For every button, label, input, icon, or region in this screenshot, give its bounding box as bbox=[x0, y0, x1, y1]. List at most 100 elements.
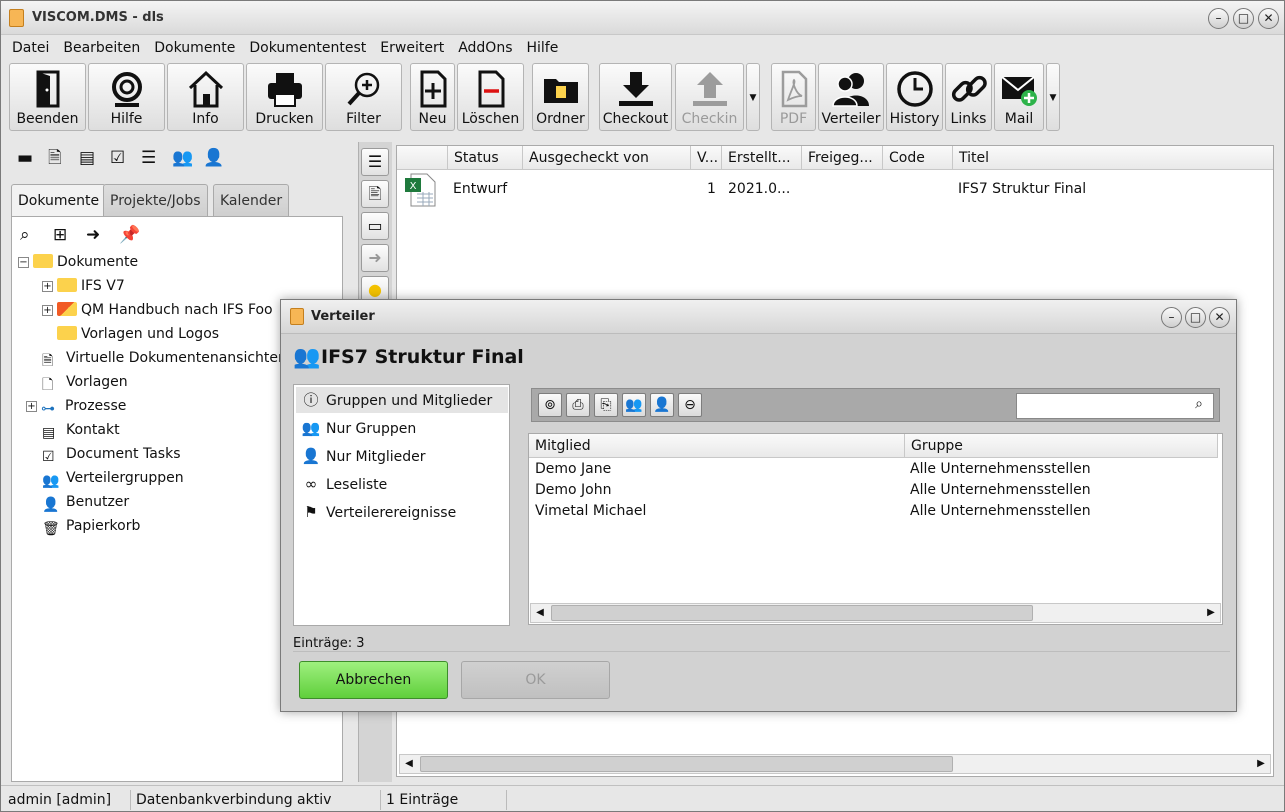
menu-dokumente[interactable]: Dokumente bbox=[154, 38, 235, 58]
lifebuoy-icon[interactable]: ⊚ bbox=[538, 393, 562, 417]
history-button[interactable]: History bbox=[886, 63, 943, 131]
column-titel[interactable]: Titel bbox=[952, 146, 1273, 170]
list-icon[interactable]: ☰ bbox=[141, 149, 159, 167]
maximize-button[interactable]: □ bbox=[1233, 8, 1254, 29]
menu-bearbeiten[interactable]: Bearbeiten bbox=[63, 38, 140, 58]
add-user-icon[interactable]: 👤 bbox=[650, 393, 674, 417]
nav-verteilerereignisse[interactable]: ⚑ Verteilerereignisse bbox=[296, 499, 508, 525]
checkin-button[interactable]: Checkin bbox=[675, 63, 744, 131]
menu-hilfe[interactable]: Hilfe bbox=[527, 38, 559, 58]
column-code[interactable]: Code bbox=[882, 146, 952, 170]
scroll-left-icon[interactable]: ◀ bbox=[400, 755, 418, 773]
drucken-button[interactable]: Drucken bbox=[246, 63, 323, 131]
nav-gruppen-mitglieder[interactable]: ⓘ Gruppen und Mitglieder bbox=[296, 387, 508, 413]
tree-node-kontakt[interactable]: ▤ Kontakt bbox=[42, 419, 120, 441]
search-input[interactable] bbox=[1019, 396, 1183, 416]
search-folder-icon[interactable]: ⌕ bbox=[20, 225, 40, 245]
verteiler-button[interactable]: Verteiler bbox=[818, 63, 884, 131]
hilfe-button[interactable]: Hilfe bbox=[88, 63, 165, 131]
pin-icon[interactable]: 📌 bbox=[119, 225, 140, 245]
dialog-horizontal-scrollbar[interactable]: ◀ ▶ bbox=[530, 603, 1221, 623]
users-icon[interactable]: 👥 bbox=[172, 149, 193, 167]
scrollbar-thumb[interactable] bbox=[551, 605, 1033, 621]
pdf-button[interactable]: PDF bbox=[771, 63, 816, 131]
minimize-button[interactable]: – bbox=[1208, 8, 1229, 29]
menu-lines-icon[interactable]: ☰ bbox=[361, 148, 389, 176]
printer-icon[interactable]: ⎙ bbox=[566, 393, 590, 417]
user-icon[interactable]: 👤 bbox=[203, 149, 224, 167]
tree-node-virtuelle[interactable]: 🗎 Virtuelle Dokumentenansichten bbox=[42, 347, 287, 369]
status-db: Datenbankverbindung aktiv bbox=[129, 790, 381, 810]
column-gruppe[interactable]: Gruppe bbox=[905, 434, 1218, 458]
search-icon[interactable]: ⌕ bbox=[1188, 396, 1210, 416]
edit-document-icon[interactable]: 🖹 bbox=[361, 180, 389, 208]
checkin-dropdown[interactable]: ▼ bbox=[746, 63, 760, 131]
task-icon[interactable]: ☑ bbox=[110, 149, 128, 167]
title-bar[interactable]: VISCOM.DMS - dls – □ ✕ bbox=[1, 1, 1284, 35]
nav-nur-mitglieder[interactable]: 👤 Nur Mitglieder bbox=[296, 443, 508, 469]
export-arrow-icon[interactable]: ➜ bbox=[86, 225, 106, 245]
ordner-button[interactable]: Ordner bbox=[532, 63, 589, 131]
document-search-icon[interactable]: 🗎 bbox=[48, 149, 66, 167]
tree-node-benutzer[interactable]: 👤 Benutzer bbox=[42, 491, 129, 513]
folder-icon bbox=[57, 326, 77, 340]
cancel-button[interactable]: Abbrechen bbox=[299, 661, 448, 699]
scroll-right-icon[interactable]: ▶ bbox=[1252, 755, 1270, 773]
tab-projekte-jobs[interactable]: Projekte/Jobs bbox=[103, 184, 208, 216]
expand-icon[interactable]: + bbox=[42, 280, 53, 292]
loeschen-button[interactable]: Löschen bbox=[457, 63, 524, 131]
menu-datei[interactable]: Datei bbox=[12, 38, 49, 58]
beenden-button[interactable]: Beenden bbox=[9, 63, 86, 131]
tree-node-vorlagen-logos[interactable]: Vorlagen und Logos bbox=[57, 323, 219, 345]
tab-dokumente[interactable]: Dokumente bbox=[11, 184, 107, 217]
dialog-close-button[interactable]: ✕ bbox=[1209, 307, 1230, 328]
contact-card-icon[interactable]: ▤ bbox=[79, 149, 97, 167]
tree-node-prozesse[interactable]: + ⊶ Prozesse bbox=[26, 395, 126, 417]
collapse-icon[interactable]: − bbox=[18, 256, 29, 268]
menu-dokumententest[interactable]: Dokumententest bbox=[249, 38, 366, 58]
scroll-right-icon[interactable]: ▶ bbox=[1202, 604, 1220, 622]
column-version[interactable]: V... bbox=[690, 146, 721, 170]
tree-node-ifs-v7[interactable]: + IFS V7 bbox=[42, 275, 125, 297]
mail-dropdown[interactable]: ▼ bbox=[1046, 63, 1060, 131]
nav-leseliste[interactable]: ∞ Leseliste bbox=[296, 471, 508, 497]
column-freigegeben[interactable]: Freigeg... bbox=[801, 146, 882, 170]
filter-button[interactable]: Filter bbox=[325, 63, 402, 131]
dialog-maximize-button[interactable]: □ bbox=[1185, 307, 1206, 328]
tree-node-verteilergruppen[interactable]: 👥 Verteilergruppen bbox=[42, 467, 184, 489]
horizontal-scrollbar[interactable]: ◀ ▶ bbox=[399, 754, 1271, 774]
dialog-title-bar[interactable]: Verteiler – □ ✕ bbox=[281, 300, 1236, 334]
expand-icon[interactable]: + bbox=[42, 304, 53, 316]
expand-icon[interactable]: + bbox=[26, 400, 37, 412]
column-erstellt[interactable]: Erstellt... bbox=[721, 146, 801, 170]
links-button[interactable]: Links bbox=[945, 63, 992, 131]
tree-node-vorlagen[interactable]: 🗋 Vorlagen bbox=[42, 371, 128, 393]
nav-nur-gruppen[interactable]: 👥 Nur Gruppen bbox=[296, 415, 508, 441]
mail-button[interactable]: Mail bbox=[994, 63, 1044, 131]
scrollbar-thumb[interactable] bbox=[420, 756, 953, 772]
info-button[interactable]: Info bbox=[167, 63, 244, 131]
remove-icon[interactable]: ⊖ bbox=[678, 393, 702, 417]
print-export-icon[interactable]: ⎘ bbox=[594, 393, 618, 417]
menu-addons[interactable]: AddOns bbox=[458, 38, 512, 58]
tree-node-dokumente[interactable]: − Dokumente bbox=[18, 251, 138, 273]
column-mitglied[interactable]: Mitglied bbox=[529, 434, 905, 458]
export-arrow-icon[interactable]: ➜ bbox=[361, 244, 389, 272]
tab-kalender[interactable]: Kalender bbox=[213, 184, 290, 216]
column-status[interactable]: Status bbox=[447, 146, 522, 170]
scroll-left-icon[interactable]: ◀ bbox=[531, 604, 549, 622]
tree-node-qm-handbuch[interactable]: + QM Handbuch nach IFS Foo bbox=[42, 299, 273, 321]
neu-button[interactable]: Neu bbox=[410, 63, 455, 131]
checkout-button[interactable]: Checkout bbox=[599, 63, 672, 131]
tree-node-document-tasks[interactable]: ☑ Document Tasks bbox=[42, 443, 181, 465]
close-button[interactable]: ✕ bbox=[1258, 8, 1279, 29]
dialog-minimize-button[interactable]: – bbox=[1161, 307, 1182, 328]
menu-erweitert[interactable]: Erweitert bbox=[380, 38, 444, 58]
add-group-icon[interactable]: 👥 bbox=[622, 393, 646, 417]
folder-icon[interactable]: ▬ bbox=[17, 149, 35, 167]
tree-node-papierkorb[interactable]: 🗑 Papierkorb bbox=[42, 515, 140, 537]
tree-structure-icon[interactable]: ⊞ bbox=[53, 225, 73, 245]
monitor-icon[interactable]: ▭ bbox=[361, 212, 389, 240]
column-ausgecheckt[interactable]: Ausgecheckt von bbox=[522, 146, 690, 170]
ok-button[interactable]: OK bbox=[461, 661, 610, 699]
